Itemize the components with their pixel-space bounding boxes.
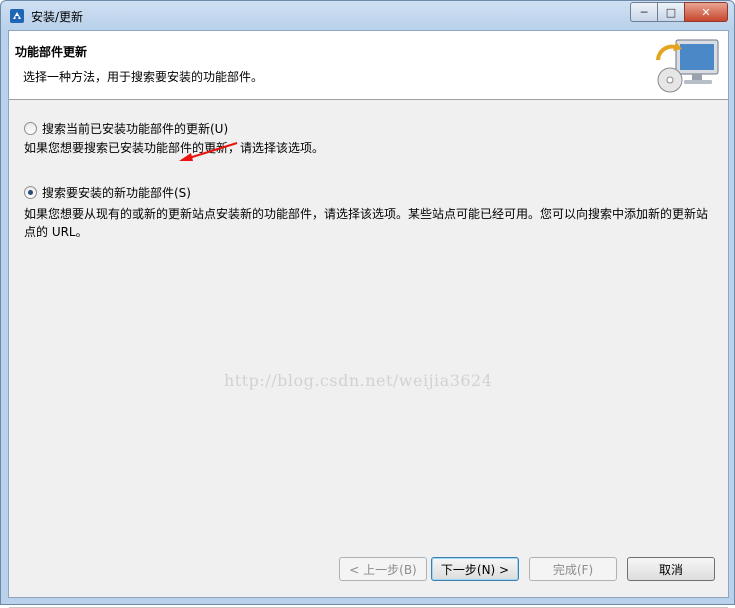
minimize-icon: ─ <box>640 5 648 19</box>
close-icon: ✕ <box>701 5 711 19</box>
watermark-text: http://blog.csdn.net/weijia3624 <box>224 371 493 390</box>
option-search-new[interactable]: 搜索要安装的新功能部件(S) <box>24 184 191 201</box>
annotation-arrow-icon <box>179 142 238 161</box>
back-button[interactable]: < 上一步(B) <box>339 557 427 581</box>
next-button[interactable]: 下一步(N) > <box>431 557 519 581</box>
monitor-cd-update-icon <box>656 39 719 93</box>
finish-button[interactable]: 完成(F) <box>529 557 617 581</box>
maximize-icon: □ <box>665 5 677 19</box>
banner-description: 选择一种方法，用于搜索要安装的功能部件。 <box>23 70 264 84</box>
option-search-new-description: 如果您想要从现有的或新的更新站点安装新的功能部件，请选择该选项。某些站点可能已经… <box>24 207 709 239</box>
option-update-installed[interactable]: 搜索当前已安装功能部件的更新(U) <box>24 120 228 137</box>
banner-title: 功能部件更新 <box>15 45 88 59</box>
eclipse-update-icon <box>10 9 24 23</box>
dialog-window: 安装/更新 ─ □ ✕ 功能部件更新 选择一种方法，用于搜索要安装的功能部件。 <box>0 0 735 608</box>
maximize-button[interactable]: □ <box>657 2 684 22</box>
cancel-button[interactable]: 取消 <box>627 557 715 581</box>
option-search-new-label: 搜索要安装的新功能部件(S) <box>42 186 191 200</box>
title-bar[interactable]: 安装/更新 ─ □ ✕ <box>1 1 734 29</box>
minimize-button[interactable]: ─ <box>630 2 657 22</box>
radio-update-installed[interactable] <box>24 122 37 135</box>
dialog-client: 功能部件更新 选择一种方法，用于搜索要安装的功能部件。 搜索当前已安装功能部件的… <box>8 30 729 608</box>
option-update-installed-description: 如果您想要搜索已安装功能部件的更新，请选择该选项。 <box>24 141 325 155</box>
window-title: 安装/更新 <box>31 10 84 24</box>
close-button[interactable]: ✕ <box>684 2 728 22</box>
wizard-banner: 功能部件更新 选择一种方法，用于搜索要安装的功能部件。 <box>9 31 728 100</box>
option-update-installed-label: 搜索当前已安装功能部件的更新(U) <box>42 122 229 136</box>
radio-search-new[interactable] <box>24 186 37 199</box>
